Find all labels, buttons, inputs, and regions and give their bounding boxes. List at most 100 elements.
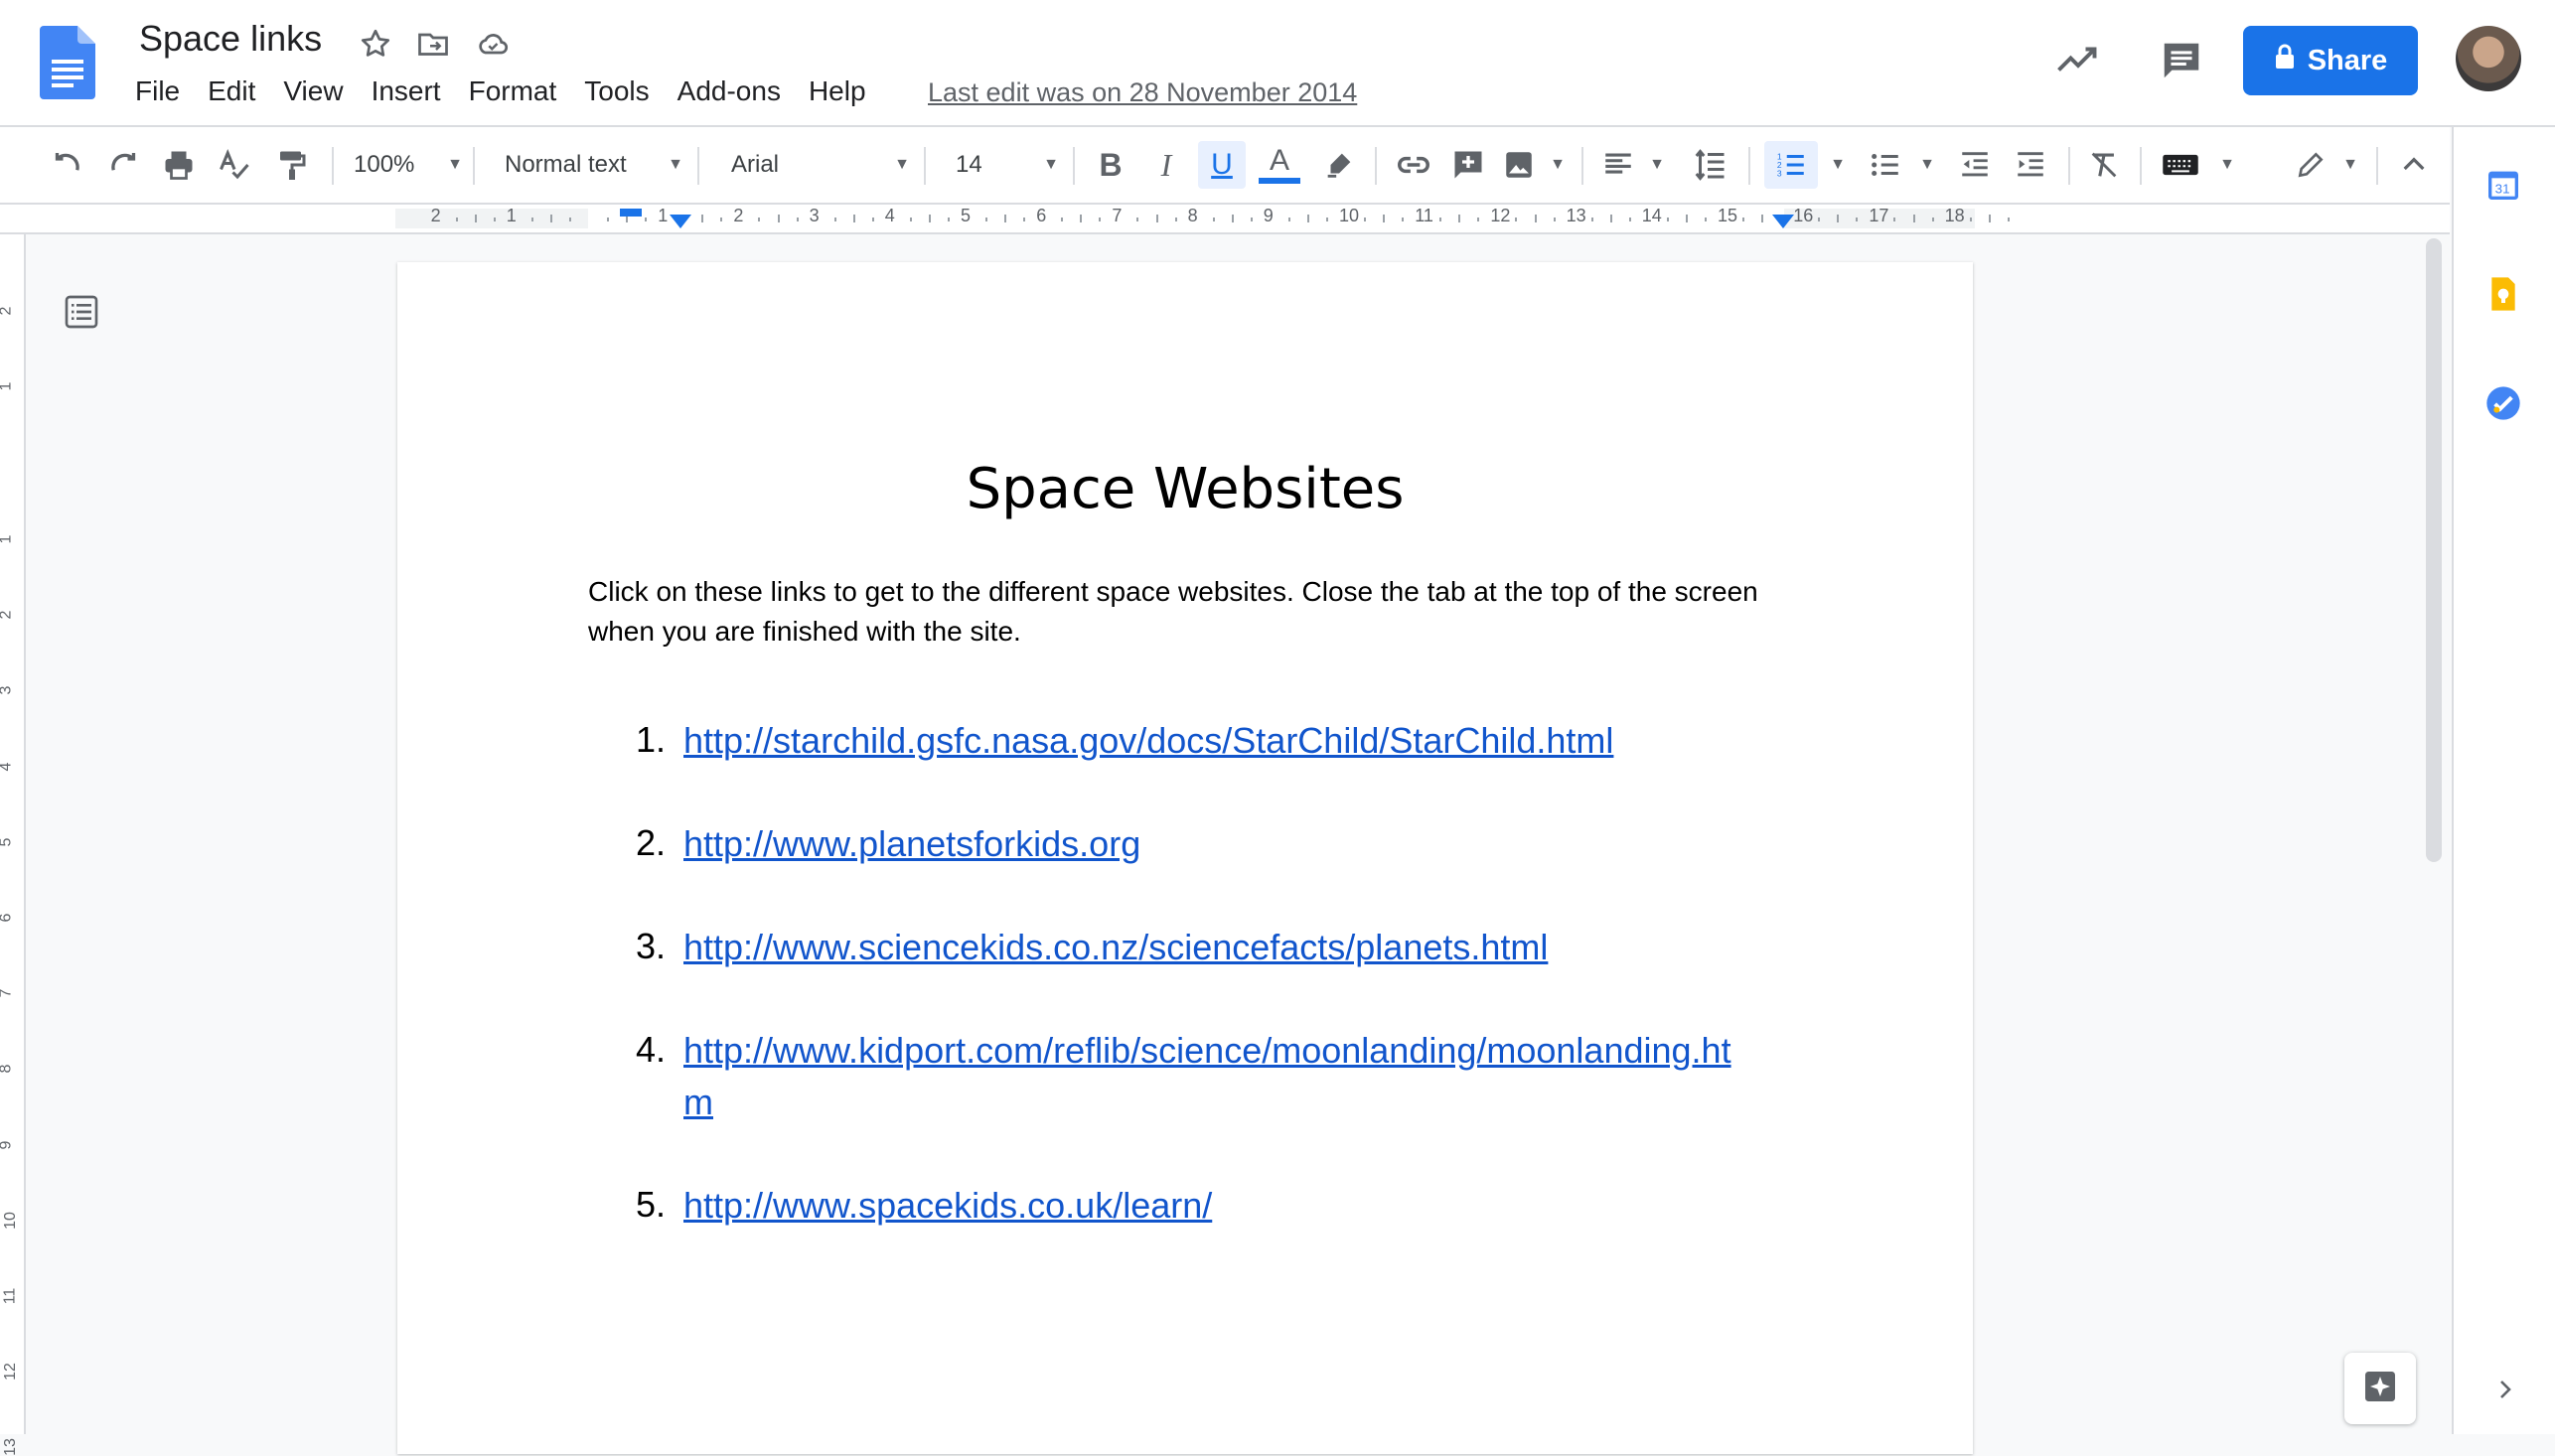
highlight-icon[interactable]: [1319, 145, 1359, 185]
font-size-select[interactable]: 14 ▼: [956, 145, 1059, 185]
numbered-list-icon[interactable]: 123: [1764, 141, 1818, 189]
ruler-tick: [1023, 218, 1026, 221]
font-value: Arial: [731, 151, 780, 178]
ruler-number: 2: [733, 206, 744, 225]
clear-formatting-icon[interactable]: [2084, 145, 2124, 185]
menu-view[interactable]: View: [269, 73, 357, 113]
vertical-ruler-number: 13: [1, 1438, 19, 1456]
undo-icon[interactable]: [48, 145, 87, 185]
ruler-number: 5: [961, 206, 972, 225]
link-starchild[interactable]: http://starchild.gsfc.nasa.gov/docs/Star…: [683, 715, 1613, 767]
italic-icon[interactable]: I: [1146, 145, 1186, 185]
vertical-ruler-number: 5: [0, 837, 15, 846]
ruler-tick: [796, 218, 799, 221]
link-spacekids[interactable]: http://www.spacekids.co.uk/learn/: [683, 1180, 1212, 1232]
paragraph-style-value: Normal text: [505, 151, 627, 178]
text-color-icon[interactable]: A: [1258, 145, 1301, 185]
calendar-icon[interactable]: 31: [2483, 165, 2523, 205]
spellcheck-icon[interactable]: [215, 145, 254, 185]
lock-icon: [2274, 44, 2296, 77]
menu-file[interactable]: File: [121, 73, 194, 113]
ruler-tick: [833, 218, 836, 221]
vertical-ruler-number: 12: [1, 1363, 19, 1382]
list-number: 4.: [636, 1029, 667, 1070]
ruler-tick: [1250, 218, 1253, 221]
document-heading[interactable]: Space Websites: [397, 457, 1973, 521]
bulleted-list-icon[interactable]: [1864, 145, 1907, 185]
menu-add-ons[interactable]: Add-ons: [664, 73, 795, 113]
document-page[interactable]: [397, 262, 1973, 1454]
ruler-tick: [1174, 218, 1177, 221]
first-line-indent-handle[interactable]: [620, 209, 642, 217]
vertical-ruler-number: 1: [0, 382, 15, 391]
ruler-tick: [1080, 215, 1083, 222]
numbered-list-dropdown[interactable]: ▼: [1826, 145, 1850, 185]
line-spacing-icon[interactable]: [1691, 145, 1730, 185]
keep-icon[interactable]: [2483, 274, 2523, 314]
vertical-ruler-number: 8: [0, 1065, 15, 1074]
toolbar-divider: [1375, 147, 1377, 185]
outline-icon[interactable]: [62, 292, 101, 332]
doc-title[interactable]: Space links: [139, 18, 322, 60]
underline-icon[interactable]: U: [1198, 141, 1246, 189]
right-indent-handle[interactable]: [1772, 215, 1794, 228]
zoom-select[interactable]: 100% ▼: [354, 145, 463, 185]
star-icon[interactable]: [358, 26, 393, 62]
share-button[interactable]: Share: [2243, 26, 2418, 95]
paint-format-icon[interactable]: [272, 145, 312, 185]
bold-icon[interactable]: B: [1091, 145, 1130, 185]
comments-icon[interactable]: [2158, 38, 2205, 83]
document-intro-paragraph[interactable]: Click on these links to get to the diffe…: [588, 572, 1780, 652]
docs-logo[interactable]: [40, 26, 95, 99]
menu-edit[interactable]: Edit: [194, 73, 269, 113]
input-tools-button[interactable]: ▼: [2162, 145, 2235, 185]
bulleted-list-dropdown[interactable]: ▼: [1915, 145, 1939, 185]
ruler-tick: [758, 218, 761, 221]
ruler-tick: [1004, 215, 1007, 222]
redo-icon[interactable]: [103, 145, 143, 185]
tasks-icon[interactable]: [2483, 383, 2523, 423]
toolbar-divider: [2140, 147, 2142, 185]
link-kidport[interactable]: http://www.kidport.com/reflib/science/mo…: [683, 1025, 1731, 1077]
vertical-ruler-number: 3: [0, 686, 15, 695]
expand-panel-icon[interactable]: [2493, 1375, 2517, 1404]
align-select[interactable]: ▼: [1601, 145, 1665, 185]
link-sciencekids[interactable]: http://www.sciencekids.co.nz/sciencefact…: [683, 922, 1548, 973]
collapse-menu-icon[interactable]: [2394, 145, 2434, 185]
toolbar-divider: [1748, 147, 1750, 185]
paragraph-style-select[interactable]: Normal text ▼: [505, 145, 683, 185]
add-comment-icon[interactable]: [1448, 145, 1488, 185]
increase-indent-icon[interactable]: [2011, 145, 2050, 185]
chevron-down-icon: ▼: [1919, 156, 1935, 173]
ruler-tick: [1837, 215, 1840, 222]
insert-image-button[interactable]: ▼: [1502, 145, 1566, 185]
chevron-down-icon: ▼: [1830, 156, 1846, 173]
chevron-down-icon: ▼: [1649, 156, 1665, 173]
last-edit-link[interactable]: Last edit was on 28 November 2014: [928, 77, 1357, 108]
activity-icon[interactable]: [2054, 42, 2102, 77]
menu-insert[interactable]: Insert: [358, 73, 455, 113]
font-size-value: 14: [956, 151, 982, 178]
link-kidport-continued[interactable]: m: [683, 1077, 713, 1128]
ruler-tick: [1912, 215, 1915, 222]
menu-help[interactable]: Help: [795, 73, 880, 113]
toolbar-divider: [924, 147, 926, 185]
vertical-scrollbar[interactable]: [2426, 238, 2442, 862]
link-planetsforkids[interactable]: http://www.planetsforkids.org: [683, 818, 1140, 870]
menu-tools[interactable]: Tools: [570, 73, 663, 113]
ruler-tick: [568, 218, 571, 221]
left-indent-handle[interactable]: [670, 215, 691, 228]
explore-button[interactable]: [2344, 1353, 2416, 1424]
print-icon[interactable]: [159, 145, 199, 185]
editing-mode-select[interactable]: ▼: [2295, 145, 2358, 185]
menu-format[interactable]: Format: [455, 73, 571, 113]
vertical-ruler-number: 2: [0, 611, 15, 620]
move-to-folder-icon[interactable]: [415, 26, 451, 62]
ruler-number: 7: [1112, 206, 1123, 225]
cloud-saved-icon[interactable]: [475, 26, 511, 62]
avatar[interactable]: [2456, 26, 2521, 91]
link-icon[interactable]: [1393, 145, 1434, 185]
ruler-tick: [549, 215, 552, 222]
font-select[interactable]: Arial ▼: [731, 145, 910, 185]
decrease-indent-icon[interactable]: [1955, 145, 1995, 185]
